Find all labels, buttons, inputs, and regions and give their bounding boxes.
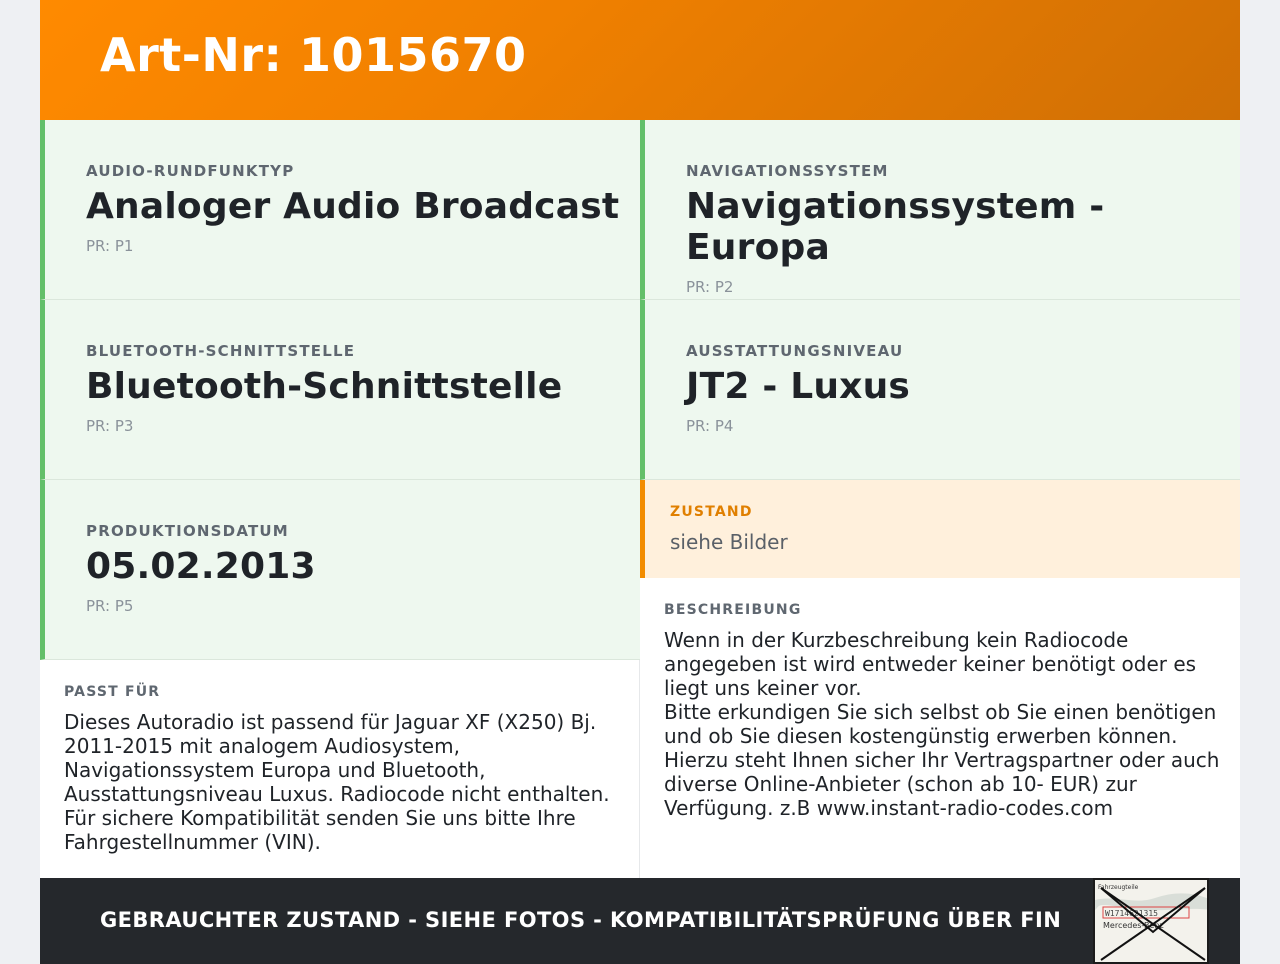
vehicle-document-thumbnail[interactable]: Fahrzeugteile W1714621315 Mercedes-Benz bbox=[1093, 878, 1209, 964]
spec-label: PRODUKTIONSDATUM bbox=[86, 522, 289, 540]
spec-pr-code: PR: P5 bbox=[86, 597, 134, 615]
spec-value: Analoger Audio Broadcast bbox=[86, 186, 620, 227]
compatibility-label: PASST FÜR bbox=[64, 684, 161, 700]
product-card: Art-Nr: 1015670 AUDIO-RUNDFUNKTYP Analog… bbox=[40, 0, 1240, 964]
spec-grid: AUDIO-RUNDFUNKTYP Analoger Audio Broadca… bbox=[40, 120, 1240, 878]
right-column: NAVIGATIONSSYSTEM Navigationssystem - Eu… bbox=[640, 120, 1240, 878]
spec-pr-code: PR: P2 bbox=[686, 278, 734, 296]
header-bar: Art-Nr: 1015670 bbox=[40, 0, 1240, 120]
spec-value: Bluetooth-Schnittstelle bbox=[86, 366, 563, 407]
condition-label: ZUSTAND bbox=[670, 504, 753, 520]
spec-pr-code: PR: P3 bbox=[86, 417, 134, 435]
condition-value: siehe Bilder bbox=[670, 530, 788, 554]
spec-cell-audio: AUDIO-RUNDFUNKTYP Analoger Audio Broadca… bbox=[40, 120, 640, 300]
compatibility-section: PASST FÜR Dieses Autoradio ist passend f… bbox=[40, 660, 640, 878]
footer-bar: GEBRAUCHTER ZUSTAND - SIEHE FOTOS - KOMP… bbox=[40, 878, 1240, 964]
left-column: AUDIO-RUNDFUNKTYP Analoger Audio Broadca… bbox=[40, 120, 640, 878]
spec-cell-production-date: PRODUKTIONSDATUM 05.02.2013 PR: P5 bbox=[40, 480, 640, 660]
spec-value: JT2 - Luxus bbox=[686, 366, 911, 407]
spec-value: 05.02.2013 bbox=[86, 546, 316, 587]
spec-label: AUSSTATTUNGSNIVEAU bbox=[686, 342, 904, 360]
description-text: Wenn in der Kurzbeschreibung kein Radioc… bbox=[664, 628, 1220, 820]
description-section: BESCHREIBUNG Wenn in der Kurzbeschreibun… bbox=[640, 578, 1240, 878]
spec-label: AUDIO-RUNDFUNKTYP bbox=[86, 162, 295, 180]
spec-label: NAVIGATIONSSYSTEM bbox=[686, 162, 889, 180]
description-label: BESCHREIBUNG bbox=[664, 602, 802, 618]
spec-pr-code: PR: P4 bbox=[686, 417, 734, 435]
spec-value: Navigationssystem - Europa bbox=[686, 186, 1105, 268]
spec-cell-equipment-level: AUSSTATTUNGSNIVEAU JT2 - Luxus PR: P4 bbox=[640, 300, 1240, 480]
document-image-icon: Fahrzeugteile W1714621315 Mercedes-Benz bbox=[1095, 880, 1207, 962]
spec-pr-code: PR: P1 bbox=[86, 237, 134, 255]
article-number-title: Art-Nr: 1015670 bbox=[100, 28, 527, 82]
footer-note: GEBRAUCHTER ZUSTAND - SIEHE FOTOS - KOMP… bbox=[100, 908, 1062, 932]
spec-label: BLUETOOTH-SCHNITTSTELLE bbox=[86, 342, 356, 360]
condition-box: ZUSTAND siehe Bilder bbox=[640, 480, 1240, 578]
spec-cell-bluetooth: BLUETOOTH-SCHNITTSTELLE Bluetooth-Schnit… bbox=[40, 300, 640, 480]
compatibility-text: Dieses Autoradio ist passend für Jaguar … bbox=[64, 710, 610, 854]
spec-cell-navigation: NAVIGATIONSSYSTEM Navigationssystem - Eu… bbox=[640, 120, 1240, 300]
